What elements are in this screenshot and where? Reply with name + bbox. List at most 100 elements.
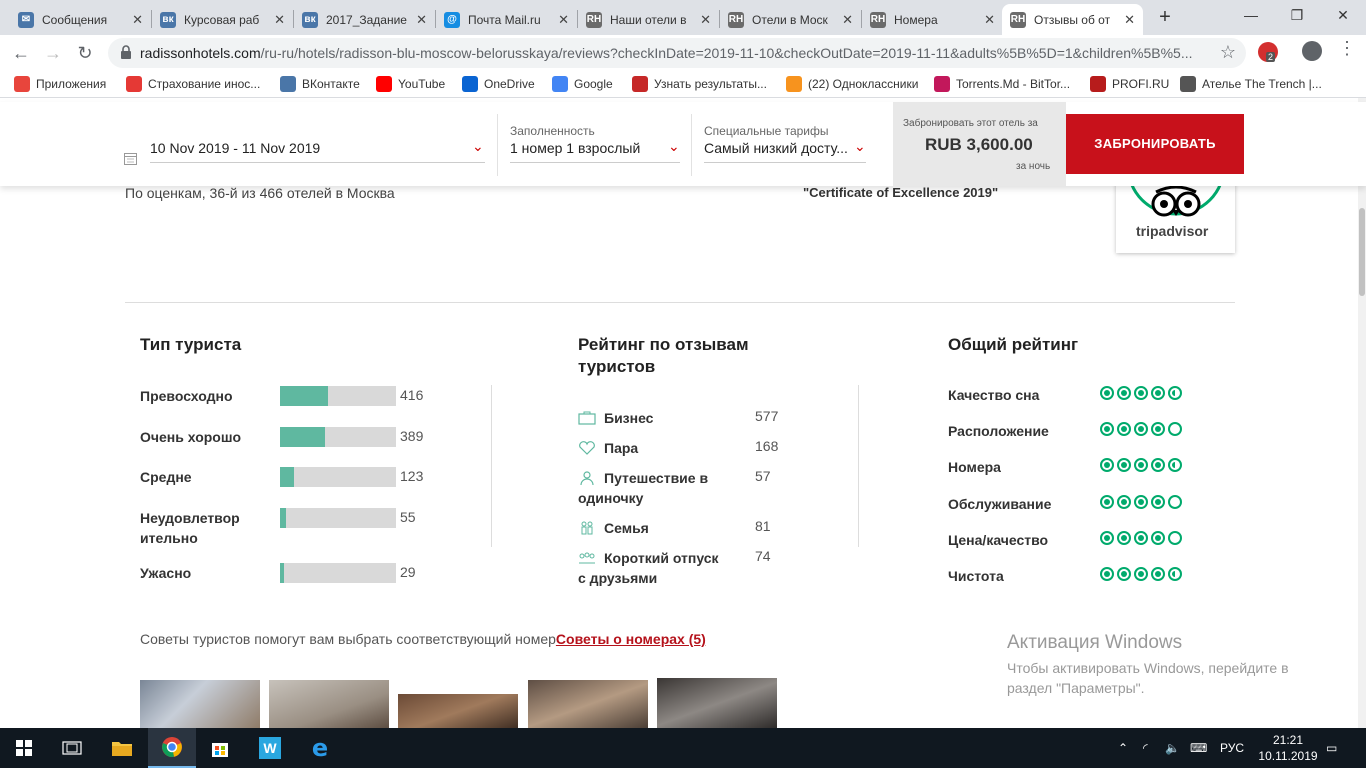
windows-start-icon[interactable] xyxy=(0,728,48,768)
new-tab-button[interactable]: + xyxy=(1152,6,1178,30)
room-photo-4[interactable] xyxy=(528,680,648,728)
windows-activation-title: Активация Windows xyxy=(1007,632,1183,653)
chevron-down-icon: ⌄ xyxy=(668,138,680,154)
tripadvisor-badge[interactable]: tripadvisor xyxy=(1116,176,1235,253)
bookmark-label: Torrents.Md - BitTor... xyxy=(956,77,1071,91)
bubble-full-icon xyxy=(1117,495,1131,509)
trip-type-row[interactable]: Семья xyxy=(578,518,728,538)
rating-bar[interactable] xyxy=(280,563,396,583)
maximize-button[interactable]: ❐ xyxy=(1274,0,1320,30)
volume-icon[interactable]: 🔈 xyxy=(1165,728,1180,768)
minimize-button[interactable]: — xyxy=(1228,0,1274,30)
profile-avatar-icon[interactable] xyxy=(1302,41,1322,61)
bookmark-item[interactable]: OneDrive xyxy=(462,76,535,92)
date-picker[interactable]: 10 Nov 2019 - 11 Nov 2019 ⌄ xyxy=(112,114,496,176)
close-window-button[interactable]: ✕ xyxy=(1320,0,1366,30)
room-photo-5[interactable] xyxy=(657,678,777,728)
word-icon[interactable]: W xyxy=(246,728,294,768)
bookmark-star-icon[interactable]: ☆ xyxy=(1220,42,1236,63)
edge-icon[interactable]: e xyxy=(296,728,344,768)
close-tab-icon[interactable]: ✕ xyxy=(1124,12,1135,28)
room-photo-1[interactable] xyxy=(140,680,260,728)
book-button[interactable]: ЗАБРОНИРОВАТЬ xyxy=(1066,114,1244,174)
bookmark-item[interactable]: (22) Одноклассники xyxy=(786,76,918,92)
network-icon[interactable]: ◜ xyxy=(1143,728,1148,768)
special-rates-select[interactable]: Специальные тарифы Самый низкий досту...… xyxy=(691,114,876,176)
bubble-full-icon xyxy=(1134,422,1148,436)
radisson-icon: RH xyxy=(586,11,602,28)
notifications-icon[interactable]: ▭ xyxy=(1326,728,1337,768)
bookmark-label: Google xyxy=(574,77,613,91)
close-tab-icon[interactable]: ✕ xyxy=(274,12,285,28)
browser-tab[interactable]: @ Почта Mail.ru ✕ xyxy=(436,4,577,35)
rating-bubbles xyxy=(1100,495,1182,509)
tray-expand-icon[interactable]: ⌃ xyxy=(1118,728,1128,768)
bookmark-item[interactable]: Приложения xyxy=(14,76,106,92)
close-tab-icon[interactable]: ✕ xyxy=(700,12,711,28)
price-per-night: за ночь xyxy=(1016,161,1051,172)
bubble-full-icon xyxy=(1151,386,1165,400)
forward-icon[interactable]: → xyxy=(40,40,66,66)
browser-tab[interactable]: вк Курсовая раб ✕ xyxy=(152,4,293,35)
price-box: Забронировать этот отель за RUB 3,600.00… xyxy=(893,102,1066,186)
bookmark-item[interactable]: Google xyxy=(552,76,613,92)
store-icon[interactable] xyxy=(196,728,244,768)
opera-extension-icon[interactable]: 2 xyxy=(1258,42,1278,62)
bookmark-item[interactable]: Страхование инос... xyxy=(126,76,260,92)
browser-tab[interactable]: RH Номера ✕ xyxy=(862,4,1003,35)
clock[interactable]: 21:21 10.11.2019 xyxy=(1258,732,1318,764)
bubble-full-icon xyxy=(1100,495,1114,509)
language-indicator[interactable]: РУС xyxy=(1220,728,1244,768)
traveler-type-count: 123 xyxy=(400,468,424,484)
browser-tab[interactable]: вк 2017_Задание ✕ xyxy=(294,4,435,35)
bookmark-item[interactable]: Torrents.Md - BitTor... xyxy=(934,76,1070,92)
bookmark-item[interactable]: Узнать результаты... xyxy=(632,76,767,92)
room-photo-2[interactable] xyxy=(269,680,389,728)
rating-bar[interactable] xyxy=(280,427,396,447)
bookmark-item[interactable]: ВКонтакте xyxy=(280,76,360,92)
close-tab-icon[interactable]: ✕ xyxy=(842,12,853,28)
file-explorer-icon[interactable] xyxy=(98,728,146,768)
trip-type-row[interactable]: Короткий отпуск с друзьями xyxy=(578,548,728,588)
bookmark-label: Приложения xyxy=(36,77,107,91)
task-view-icon[interactable] xyxy=(48,728,96,768)
trip-type-label: Короткий отпуск с друзьями xyxy=(578,550,719,586)
menu-dots-icon[interactable]: ⋮ xyxy=(1338,38,1356,59)
close-tab-icon[interactable]: ✕ xyxy=(132,12,143,28)
tips-text: Советы туристов помогут вам выбрать соот… xyxy=(140,631,706,647)
rating-bar[interactable] xyxy=(280,467,396,487)
trip-type-row[interactable]: Пара xyxy=(578,438,728,458)
occupancy-select[interactable]: Заполненность 1 номер 1 взрослый ⌄ xyxy=(497,114,690,176)
trip-type-row[interactable]: Бизнес xyxy=(578,408,728,428)
address-bar[interactable]: radissonhotels.com/ru-ru/hotels/radisson… xyxy=(108,38,1246,68)
trip-type-count: 577 xyxy=(755,408,779,424)
bookmark-item[interactable]: PROFI.RU xyxy=(1090,76,1169,92)
room-tips-link[interactable]: Советы о номерах (5) xyxy=(556,631,706,647)
chrome-taskbar-icon[interactable] xyxy=(148,728,196,768)
bubble-full-icon xyxy=(1100,458,1114,472)
trip-type-row[interactable]: Путешествие в одиночку xyxy=(578,468,723,508)
close-tab-icon[interactable]: ✕ xyxy=(984,12,995,28)
rating-bar[interactable] xyxy=(280,386,396,406)
scrollbar-thumb[interactable] xyxy=(1359,208,1365,296)
occupancy-value: 1 номер 1 взрослый xyxy=(510,140,641,156)
friends-icon xyxy=(578,550,596,564)
browser-tab[interactable]: ✉ Сообщения ✕ xyxy=(10,4,151,35)
keyboard-icon[interactable]: ⌨ xyxy=(1190,728,1207,768)
room-photo-3[interactable] xyxy=(398,694,518,728)
traveler-type-label: Очень хорошо xyxy=(140,429,242,445)
close-tab-icon[interactable]: ✕ xyxy=(416,12,427,28)
rating-bar[interactable] xyxy=(280,508,396,528)
bookmark-label: ВКонтакте xyxy=(302,77,360,91)
section-divider xyxy=(125,302,1235,303)
bookmark-item[interactable]: Ателье The Trench |... xyxy=(1180,76,1322,92)
back-icon[interactable]: ← xyxy=(8,40,34,66)
browser-tab[interactable]: RH Отели в Моск ✕ xyxy=(720,4,861,35)
browser-tab[interactable]: RH Отзывы об от ✕ xyxy=(1002,4,1143,35)
page-scrollbar[interactable] xyxy=(1358,98,1366,728)
bookmark-item[interactable]: YouTube xyxy=(376,76,445,92)
reload-icon[interactable]: ↻ xyxy=(72,40,98,66)
tab-title: Почта Mail.ru xyxy=(468,12,541,27)
close-tab-icon[interactable]: ✕ xyxy=(558,12,569,28)
browser-tab[interactable]: RH Наши отели в ✕ xyxy=(578,4,719,35)
